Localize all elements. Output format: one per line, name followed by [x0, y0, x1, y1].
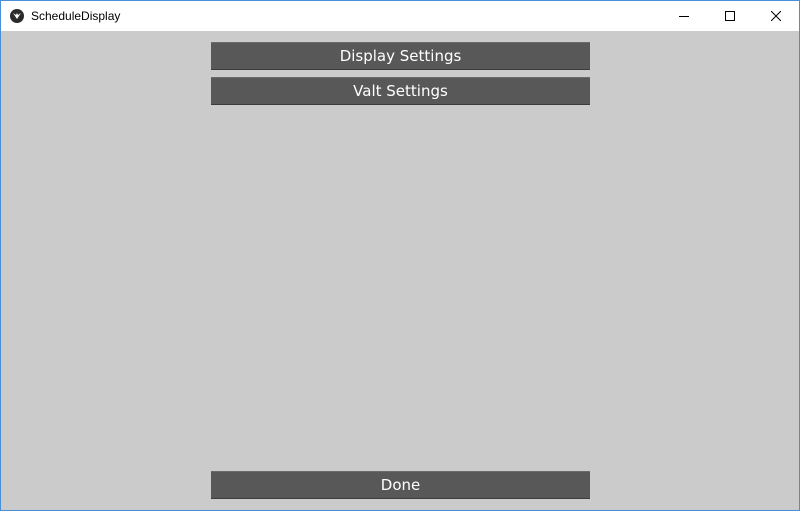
close-icon: [771, 11, 781, 21]
valt-settings-button[interactable]: Valt Settings: [211, 77, 590, 105]
title-bar[interactable]: ScheduleDisplay: [1, 1, 799, 31]
window-title: ScheduleDisplay: [31, 9, 121, 23]
app-window: ScheduleDisplay Display Settings Valt Se…: [0, 0, 800, 511]
maximize-button[interactable]: [707, 1, 753, 31]
minimize-button[interactable]: [661, 1, 707, 31]
close-button[interactable]: [753, 1, 799, 31]
display-settings-button[interactable]: Display Settings: [211, 42, 590, 70]
maximize-icon: [725, 11, 735, 21]
minimize-icon: [679, 16, 689, 17]
kivy-app-icon: [10, 9, 24, 23]
done-button[interactable]: Done: [211, 471, 590, 499]
